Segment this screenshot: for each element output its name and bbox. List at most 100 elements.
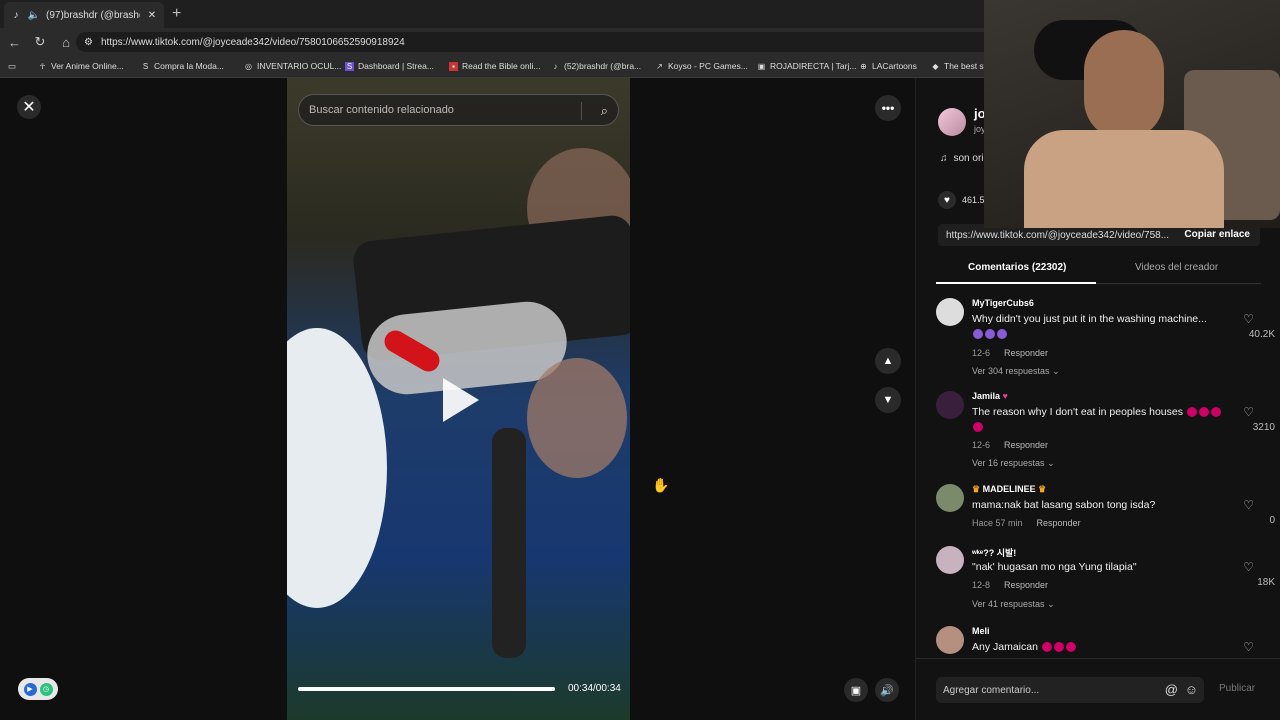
comment-item: Jamila ♥ The reason why I don't eat in p… [916, 385, 1280, 478]
crown-icon: ♛ [972, 484, 981, 494]
comment-username: Jamila [972, 391, 1001, 401]
bookmark-item[interactable]: S Compra la Moda... [141, 61, 224, 71]
comment-user[interactable]: MyTigerCubs6 [972, 298, 1034, 308]
comment-user[interactable]: Jamila ♥ [972, 391, 1008, 401]
publish-button[interactable]: Publicar [1219, 683, 1255, 694]
commenter-avatar[interactable] [936, 298, 964, 326]
tab-creator-videos[interactable]: Videos del creador [1135, 262, 1218, 273]
bookmark-item[interactable]: S Dashboard | Strea... [345, 61, 434, 71]
comment-user[interactable]: Meli [972, 626, 990, 636]
bookmark-favicon-icon: ⊕ [860, 61, 867, 71]
close-video-button[interactable]: ✕ [17, 95, 41, 119]
comment-like-icon[interactable]: ♡ [1243, 498, 1254, 512]
comment-item: MyTigerCubs6 Why didn't you just put it … [916, 292, 1280, 385]
comment-user[interactable]: ♛ MADELINEE ♛ [972, 484, 1046, 495]
bookmark-item[interactable]: ↗ Koyso - PC Games... [655, 61, 748, 71]
bookmark-item[interactable]: ◎ INVENTARIO OCUL... [244, 61, 341, 71]
bookmark-favicon-icon: ♪ [553, 61, 558, 71]
bookmark-item[interactable]: ♪ (52)brashdr (@bra... [551, 61, 642, 71]
volume-button[interactable]: 🔊 [875, 678, 899, 702]
comment-user[interactable]: ʷᵏᵉ?? 시발! [972, 546, 1016, 559]
progress-bar[interactable] [298, 687, 555, 691]
comment-like-count: 18K [1257, 577, 1275, 588]
next-video-button[interactable]: ▼ [875, 387, 901, 413]
speaker-icon[interactable]: 🔈 [28, 9, 40, 21]
back-icon[interactable]: ← [8, 35, 21, 50]
comment-text: The reason why I don't eat in peoples ho… [972, 405, 1227, 435]
url-text: https://www.tiktok.com/@joyceade342/vide… [100, 36, 405, 48]
commenter-avatar[interactable] [936, 546, 964, 574]
mention-icon[interactable]: @ [1165, 682, 1178, 697]
browser-tab[interactable]: ♪ 🔈 (97)brashdr (@brashdr) | TikTo ✕ [4, 2, 164, 28]
new-tab-icon[interactable]: + [172, 5, 181, 23]
extension-status-icon[interactable]: ◷ [39, 682, 53, 696]
view-replies-button[interactable]: Ver 41 respuestas ⌄ [972, 599, 1055, 610]
pip-button[interactable]: ▣ [844, 678, 868, 702]
bookmark-item[interactable]: ▪ Read the Bible onli... [449, 61, 540, 71]
bookmark-label: Ver Anime Online... [51, 61, 124, 71]
music-info[interactable]: ♫ son ori [940, 153, 984, 164]
view-replies-button[interactable]: Ver 304 respuestas ⌄ [972, 366, 1060, 377]
comment-date: Hace 57 min [972, 518, 1023, 528]
share-link-text: https://www.tiktok.com/@joyceade342/vide… [946, 229, 1170, 241]
more-options-button[interactable]: ••• [875, 95, 901, 121]
comment-like-icon[interactable]: ♡ [1243, 312, 1254, 326]
bookmark-item[interactable]: ◆ The best st [931, 61, 986, 71]
reply-button[interactable]: Responder [1037, 518, 1081, 528]
tab-comments[interactable]: Comentarios (22302) [968, 262, 1066, 273]
emoji-icon [997, 329, 1007, 340]
reply-button[interactable]: Responder [1004, 348, 1048, 358]
reload-icon[interactable]: ↻ [34, 34, 46, 50]
bookmark-item[interactable]: ▣ ROJADIRECTA | Tarj... [757, 61, 857, 71]
like-stat[interactable]: ♥ 461.5 [938, 191, 985, 209]
bookmark-item[interactable]: ☥ Ver Anime Online... [38, 61, 124, 71]
comment-like-icon[interactable]: ♡ [1243, 405, 1254, 419]
comment-username: MADELINEE [982, 484, 1036, 494]
bookmark-label: LACartoons [872, 61, 917, 71]
reply-button[interactable]: Responder [1004, 580, 1048, 590]
close-tab-icon[interactable]: ✕ [146, 9, 158, 21]
emoji-picker-icon[interactable]: ☺ [1185, 682, 1198, 697]
comment-body: Any Jamaican [972, 641, 1038, 653]
crown-icon: ♛ [1038, 484, 1047, 494]
search-icon[interactable]: ⌕ [601, 103, 608, 119]
comments-list: MyTigerCubs6 Why didn't you just put it … [916, 292, 1280, 658]
search-divider [581, 102, 582, 120]
previous-video-button[interactable]: ▲ [875, 348, 901, 374]
comment-like-icon[interactable]: ♡ [1243, 560, 1254, 574]
author-avatar[interactable] [938, 108, 966, 136]
url-field[interactable]: ⚙ https://www.tiktok.com/@joyceade342/vi… [76, 32, 1076, 52]
comment-input[interactable]: Agregar comentario... @ ☺ [936, 677, 1204, 703]
replies-label: Ver 41 respuestas [972, 599, 1045, 609]
emoji-icon [1198, 407, 1209, 418]
comment-item: ʷᵏᵉ?? 시발! "nak' hugasan mo nga Yung tila… [916, 540, 1280, 620]
bookmarks-menu-icon[interactable]: ▭ [8, 61, 16, 72]
heart-emoji-icon: ♥ [1002, 391, 1008, 401]
home-icon[interactable]: ⌂ [60, 35, 72, 50]
progress-fill [298, 687, 555, 691]
view-replies-button[interactable]: Ver 16 respuestas ⌄ [972, 458, 1055, 469]
comment-text: "nak' hugasan mo nga Yung tilapia" [972, 561, 1137, 573]
replies-label: Ver 16 respuestas [972, 458, 1045, 468]
extension-widget[interactable]: ▶ ◷ [18, 678, 58, 700]
replies-label: Ver 304 respuestas [972, 366, 1050, 376]
bookmark-favicon-icon: S [345, 61, 354, 71]
copy-link-button[interactable]: Copiar enlace [1184, 229, 1250, 240]
bookmark-item[interactable]: ⊕ LACartoons [859, 61, 917, 71]
commenter-avatar[interactable] [936, 391, 964, 419]
site-info-icon[interactable]: ⚙ [84, 37, 93, 48]
chevron-down-icon: ⌄ [1047, 458, 1055, 468]
comment-like-icon[interactable]: ♡ [1243, 640, 1254, 654]
reply-button[interactable]: Responder [1004, 440, 1048, 450]
comment-meta: 12-6 Responder [972, 440, 1048, 450]
emoji-icon [973, 422, 983, 433]
search-bar[interactable]: Buscar contenido relacionado ⌕ [298, 94, 619, 126]
bookmark-favicon-icon: ▣ [757, 61, 766, 71]
commenter-avatar[interactable] [936, 626, 964, 654]
commenter-avatar[interactable] [936, 484, 964, 512]
comment-meta: 12-8 Responder [972, 580, 1048, 590]
play-icon[interactable] [443, 378, 479, 422]
extension-play-icon[interactable]: ▶ [23, 682, 37, 696]
music-title: son ori [953, 153, 984, 164]
more-icon: ••• [881, 101, 895, 115]
